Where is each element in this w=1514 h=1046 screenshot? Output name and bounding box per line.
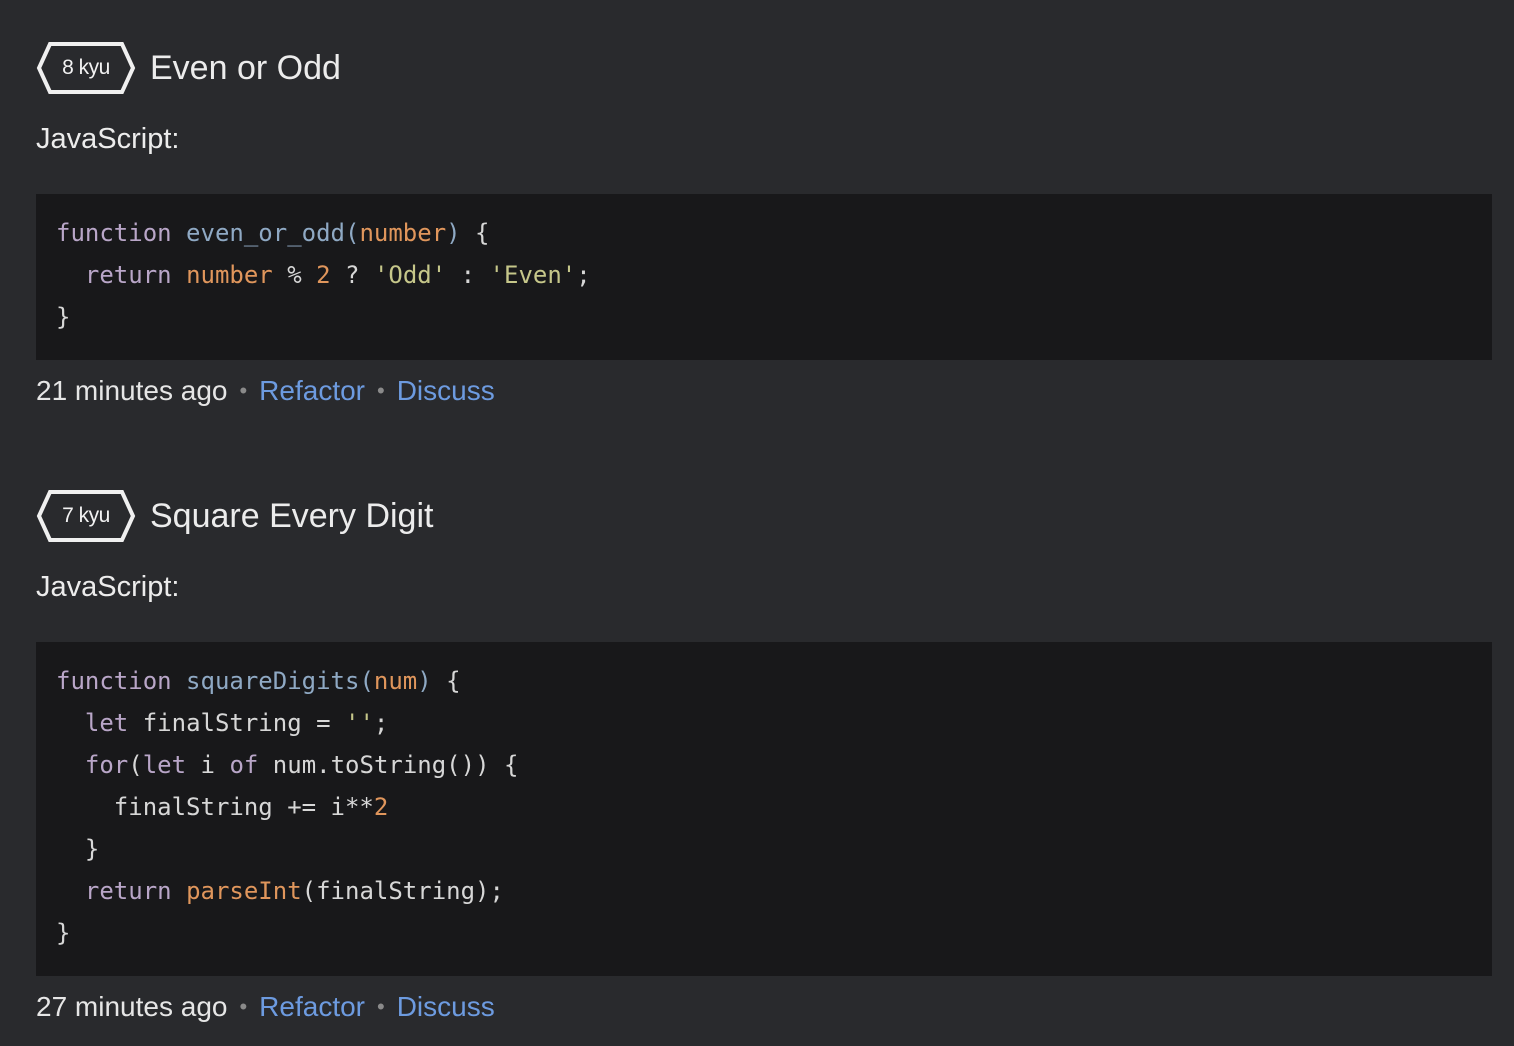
code-token: for bbox=[84, 751, 129, 779]
code-line: } bbox=[56, 828, 1492, 870]
code-token: ) bbox=[417, 667, 432, 695]
refactor-link[interactable]: Refactor bbox=[259, 991, 365, 1023]
code-token: squareDigits bbox=[186, 667, 360, 695]
code-line: function even_or_odd(number) { bbox=[56, 212, 1492, 254]
code-line: } bbox=[56, 912, 1492, 954]
kata-meta: 27 minutes ago • Refactor • Discuss bbox=[36, 987, 495, 1027]
code-token: 2 bbox=[316, 261, 331, 289]
separator-dot: • bbox=[239, 994, 248, 1019]
code-token: } bbox=[56, 919, 71, 947]
code-line: } bbox=[56, 296, 1492, 338]
discuss-link[interactable]: Discuss bbox=[397, 991, 495, 1023]
code-line: return number % 2 ? 'Odd' : 'Even'; bbox=[56, 254, 1492, 296]
kata-header: 7 kyu Square Every Digit bbox=[36, 489, 433, 543]
code-token: even_or_odd bbox=[186, 219, 345, 247]
separator-dot: • bbox=[239, 378, 248, 403]
language-label: JavaScript: bbox=[36, 123, 180, 155]
code-token: number bbox=[359, 219, 447, 247]
refactor-link[interactable]: Refactor bbox=[259, 375, 365, 407]
code-token: } bbox=[56, 835, 100, 863]
code-token: { bbox=[460, 219, 490, 247]
kata-meta: 21 minutes ago • Refactor • Discuss bbox=[36, 371, 495, 411]
code-token: finalString += i** bbox=[56, 793, 374, 821]
code-token: (finalString); bbox=[301, 877, 504, 905]
code-token: ( bbox=[128, 751, 143, 779]
code-token: number bbox=[186, 261, 273, 289]
solved-time: 27 minutes ago bbox=[36, 991, 228, 1022]
code-token: return bbox=[84, 877, 172, 905]
code-line: for(let i of num.toString()) { bbox=[56, 744, 1492, 786]
rank-badge: 8 kyu bbox=[36, 41, 136, 95]
rank-badge: 7 kyu bbox=[36, 489, 136, 543]
kata-header: 8 kyu Even or Odd bbox=[36, 41, 341, 95]
solved-time: 21 minutes ago bbox=[36, 375, 228, 406]
code-token: parseInt bbox=[186, 877, 302, 905]
code-token: finalString = bbox=[128, 709, 346, 737]
code-line: let finalString = ''; bbox=[56, 702, 1492, 744]
code-token: let bbox=[84, 709, 129, 737]
rank-label: 7 kyu bbox=[62, 504, 110, 527]
code-token: ( bbox=[359, 667, 374, 695]
code-block: function squareDigits(num) { let finalSt… bbox=[36, 642, 1492, 976]
discuss-link[interactable]: Discuss bbox=[397, 375, 495, 407]
separator-dot: • bbox=[377, 994, 385, 1019]
code-token: let bbox=[142, 751, 187, 779]
code-token: 'Even' bbox=[489, 261, 577, 289]
code-token: } bbox=[56, 303, 71, 331]
code-line: return parseInt(finalString); bbox=[56, 870, 1492, 912]
code-token: '' bbox=[345, 709, 374, 737]
code-token: 'Odd' bbox=[373, 261, 447, 289]
code-token: 2 bbox=[373, 793, 389, 821]
code-token: num bbox=[373, 667, 418, 695]
code-token: ; bbox=[576, 261, 591, 289]
code-token: function bbox=[56, 219, 172, 247]
language-label: JavaScript: bbox=[36, 571, 180, 603]
code-token: ( bbox=[345, 219, 360, 247]
kata-entry: 7 kyu Square Every Digit JavaScript: fun… bbox=[36, 489, 1492, 1046]
separator-dot: • bbox=[377, 378, 385, 403]
code-token: : bbox=[446, 261, 490, 289]
code-token: num.toString()) { bbox=[258, 751, 519, 779]
code-token: { bbox=[431, 667, 461, 695]
code-line: finalString += i**2 bbox=[56, 786, 1492, 828]
code-line: function squareDigits(num) { bbox=[56, 660, 1492, 702]
code-token: ) bbox=[446, 219, 461, 247]
code-block: function even_or_odd(number) { return nu… bbox=[36, 194, 1492, 360]
code-token: ; bbox=[373, 709, 389, 737]
kata-entry: 8 kyu Even or Odd JavaScript: function e… bbox=[36, 41, 1492, 421]
code-token: of bbox=[229, 751, 259, 779]
kata-title[interactable]: Square Every Digit bbox=[150, 497, 433, 536]
code-token: function bbox=[56, 667, 172, 695]
rank-label: 8 kyu bbox=[62, 56, 110, 79]
code-token: i bbox=[186, 751, 230, 779]
kata-title[interactable]: Even or Odd bbox=[150, 49, 341, 88]
code-token: return bbox=[84, 261, 172, 289]
code-token: ? bbox=[330, 261, 374, 289]
code-token: % bbox=[272, 261, 317, 289]
